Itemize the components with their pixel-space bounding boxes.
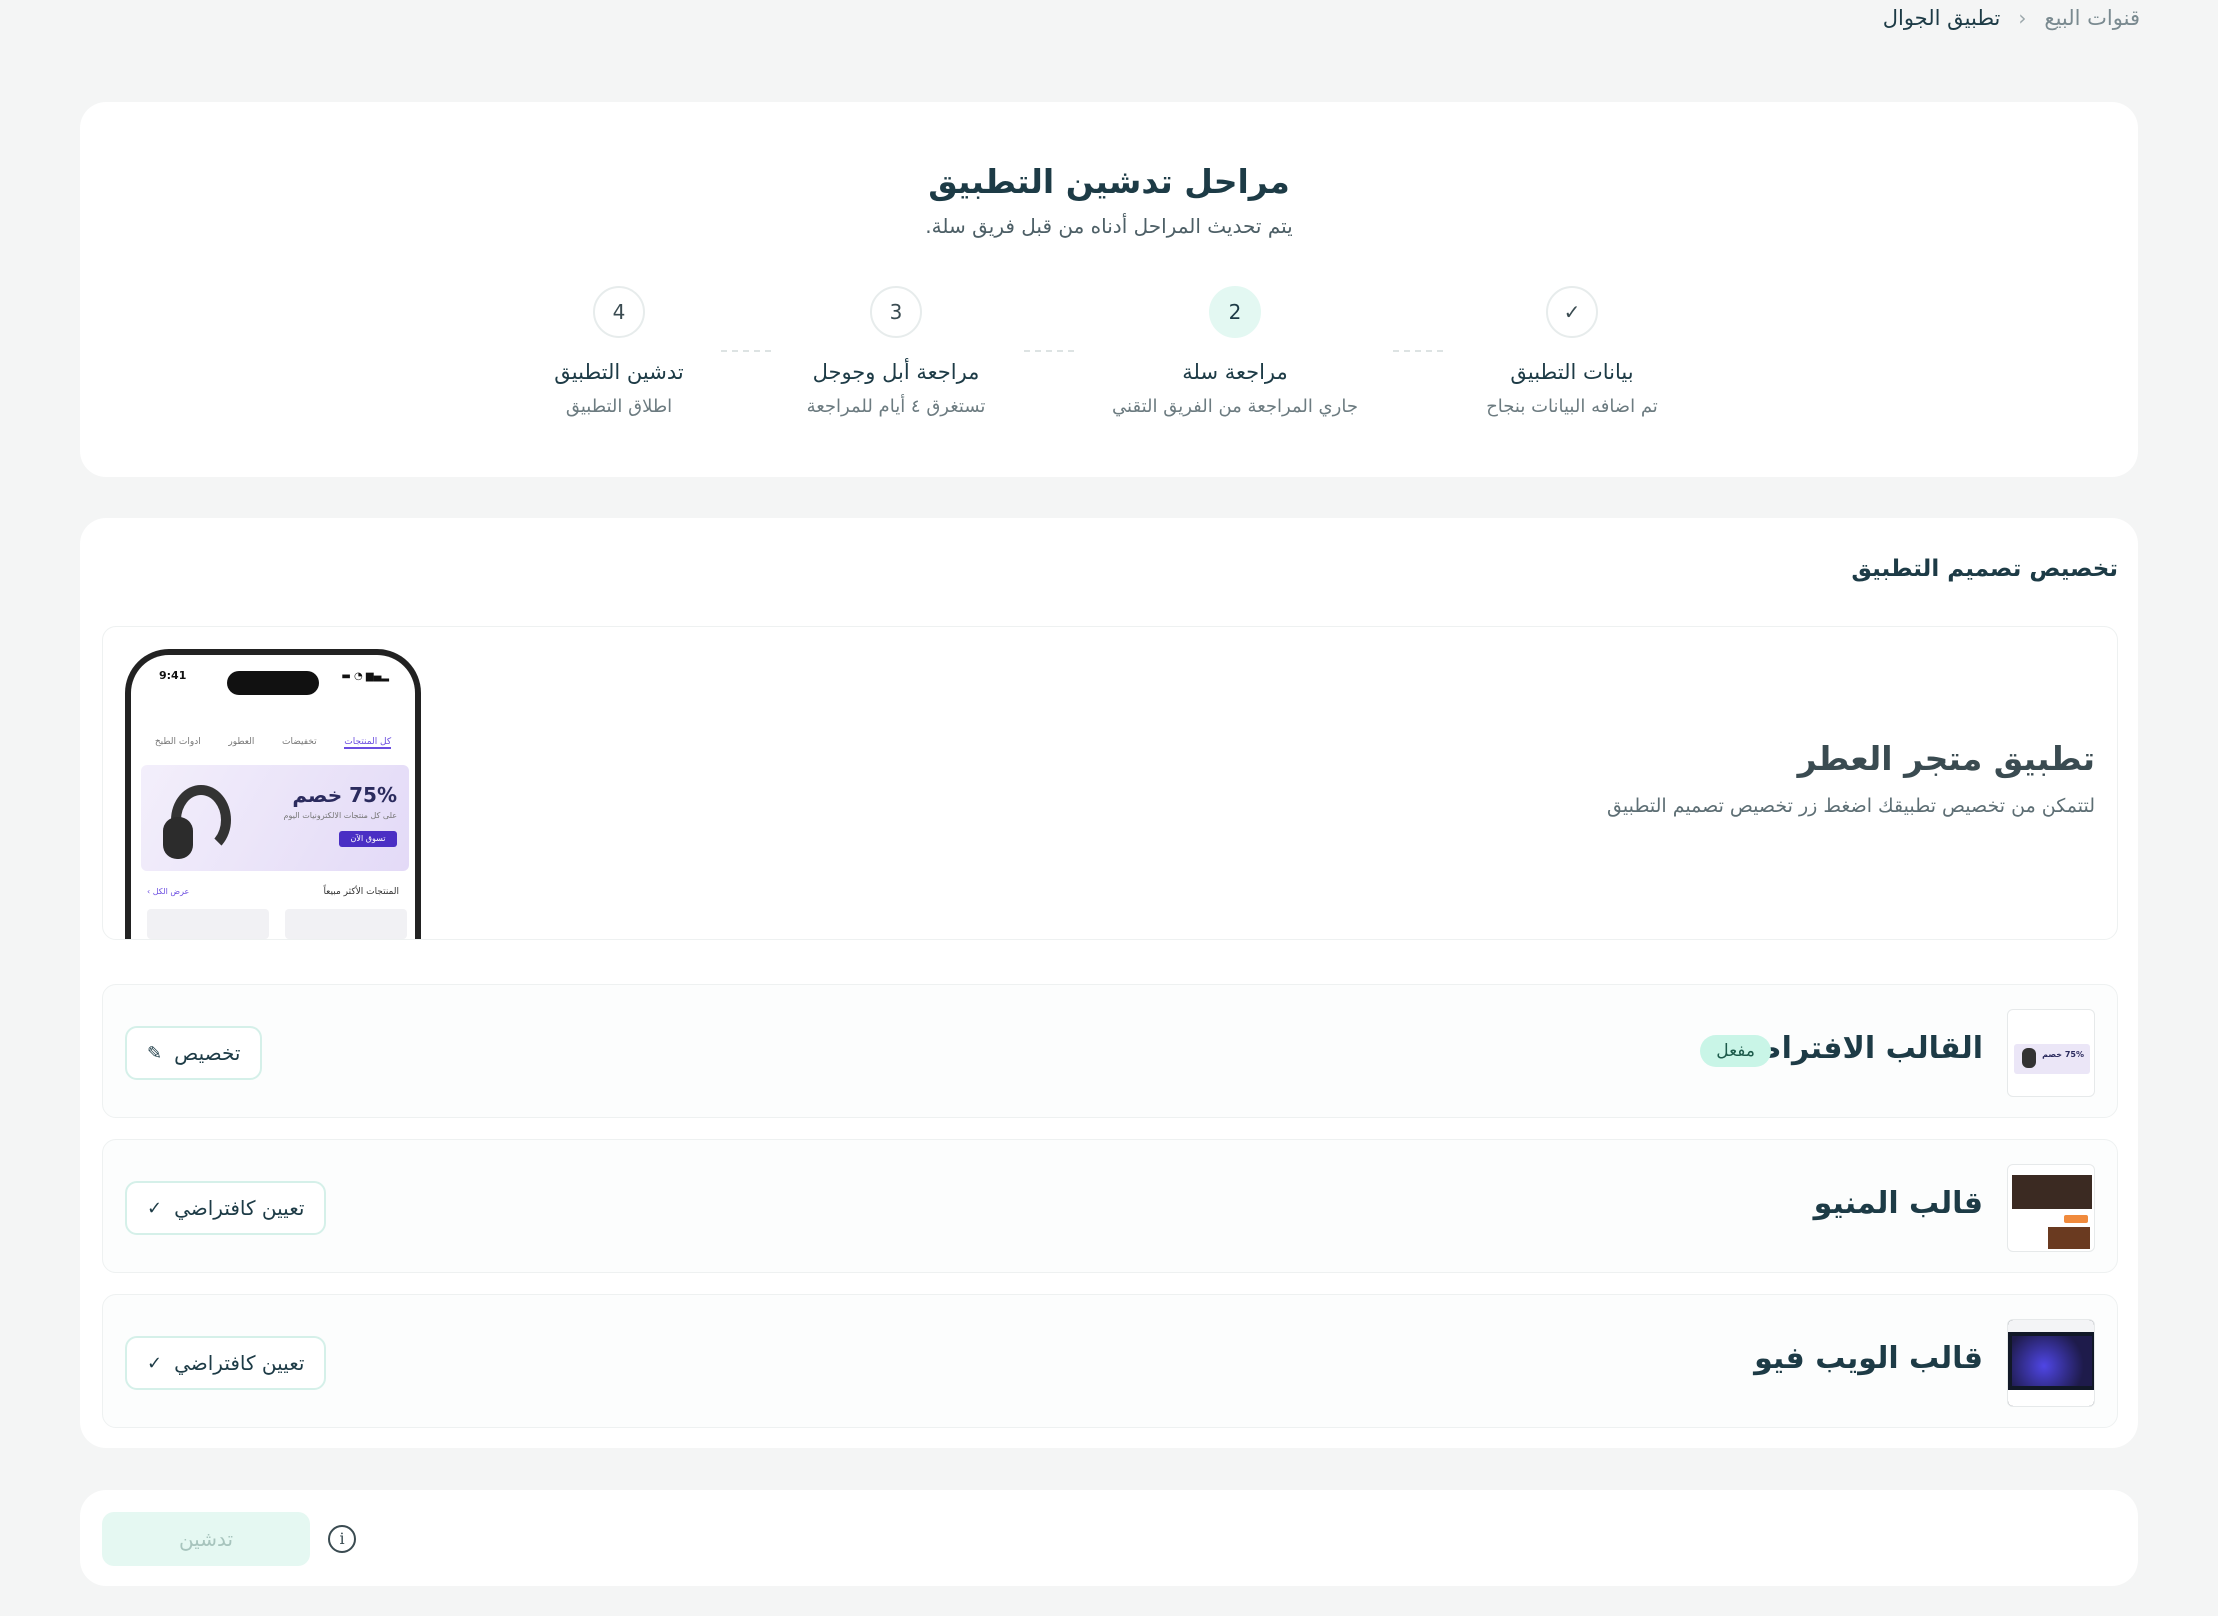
breadcrumb: قنوات البيع ‹ تطبيق الجوال [1883,6,2140,30]
phone-tab: تخفيضات [282,737,317,747]
step-number-badge: 2 [1209,286,1261,338]
phone-tab: كل المنتجات [344,737,392,749]
customize-button[interactable]: تخصيص ✎ [125,1026,263,1080]
template-row-menu: قالب المنيو تعيين كافتراضي ✓ [102,1139,2118,1273]
breadcrumb-sales-channels-link[interactable]: قنوات البيع [2044,6,2140,30]
step-app-data: ✓ بيانات التطبيق تم اضافه البيانات بنجاح [1422,286,1722,417]
phone-view-all: عرض الكل › [147,887,190,896]
set-default-button[interactable]: تعيين كافتراضي ✓ [125,1336,327,1390]
phone-tab: العطور [228,737,255,747]
template-thumbnail [2007,1164,2095,1252]
step-title: تدشين التطبيق [554,360,684,384]
step-subtitle: تم اضافه البيانات بنجاح [1486,396,1658,417]
phone-notch [227,671,319,695]
step-title: مراجعة أبل وجوجل [812,360,980,384]
chevron-left-icon: ‹ [2018,6,2027,30]
app-hero-description: لتتمكن من تخصيص تطبيقك اضغط زر تخصيص تصم… [1607,795,2095,817]
template-thumbnail [2007,1319,2095,1407]
breadcrumb-current-page: تطبيق الجوال [1882,6,2001,30]
stages-title: مراحل تدشين التطبيق [928,162,1290,201]
design-heading: تخصيص تصميم التطبيق [1851,556,2118,582]
phone-time: 9:41 [159,669,187,682]
phone-shop-now: تسوق الآن [339,831,397,847]
phone-tab: ادوات الطبخ [154,737,201,747]
template-thumbnail: 75% خصم [2007,1009,2095,1097]
step-subtitle: اطلاق التطبيق [565,396,673,417]
step-subtitle: جاري المراجعة من الفريق التقني [1112,396,1358,417]
check-icon: ✓ [1546,286,1598,338]
app-name: تطبيق متجر العطر [1797,739,2095,778]
step-number-badge: 4 [593,286,645,338]
step-salla-review: 2 مراجعة سلة جاري المراجعة من الفريق الت… [1085,286,1385,417]
step-number-badge: 3 [870,286,922,338]
step-title: بيانات التطبيق [1510,360,1634,384]
design-customization-card: تخصيص تصميم التطبيق تطبيق متجر العطر لتت… [80,518,2138,1448]
step-connector [721,350,771,352]
set-default-button[interactable]: تعيين كافتراضي ✓ [125,1181,327,1235]
step-subtitle: تستغرق ٤ أيام للمراجعة [806,396,986,417]
launch-stages-card: مراحل تدشين التطبيق يتم تحديث المراحل أد… [80,102,2138,477]
phone-promo-banner: 75% خصم على كل منتجات الالكترونيات اليوم… [141,765,409,871]
check-icon: ✓ [147,1352,163,1374]
step-connector [1393,350,1443,352]
stages-subtitle: يتم تحديث المراحل أدناه من قبل فريق سلة. [925,214,1293,238]
phone-best-sellers: المنتجات الأكثر مبيعاً [323,887,399,897]
launch-action-card: تدشين i [80,1490,2138,1586]
status-badge: مفعل [1700,1035,1771,1067]
check-icon: ✓ [147,1197,163,1219]
template-row-webview: قالب الويب فيو تعيين كافتراضي ✓ [102,1294,2118,1428]
template-name: قالب الويب فيو [1754,1341,1983,1376]
step-apple-google-review: 3 مراجعة أبل وجوجل تستغرق ٤ أيام للمراجع… [746,286,1046,417]
phone-product-row [147,909,407,939]
template-name: قالب المنيو [1813,1186,1983,1221]
pencil-icon: ✎ [147,1042,163,1064]
signal-icon: ▂▄▆ ◔ ▬ [341,671,389,682]
step-title: مراجعة سلة [1182,360,1288,384]
customize-button-label: تخصيص [174,1041,241,1065]
template-row-default: 75% خصم القالب الافتراضي مفعل تخصيص ✎ [102,984,2118,1118]
phone-discount: 75% خصم [292,783,397,807]
launch-button[interactable]: تدشين [102,1512,310,1566]
headphones-cup [163,817,193,859]
set-default-button-label: تعيين كافتراضي [174,1196,305,1220]
set-default-button-label: تعيين كافتراضي [174,1351,305,1375]
info-icon[interactable]: i [328,1525,356,1553]
phone-tabs: كل المنتجات تخفيضات العطور ادوات الطبخ [131,737,415,749]
app-hero-panel: تطبيق متجر العطر لتتمكن من تخصيص تطبيقك … [102,626,2118,940]
phone-preview-image: 9:41 ▂▄▆ ◔ ▬ كل المنتجات تخفيضات العطور … [125,649,421,939]
phone-discount-sub: على كل منتجات الالكترونيات اليوم [283,811,397,820]
step-connector [1024,350,1074,352]
